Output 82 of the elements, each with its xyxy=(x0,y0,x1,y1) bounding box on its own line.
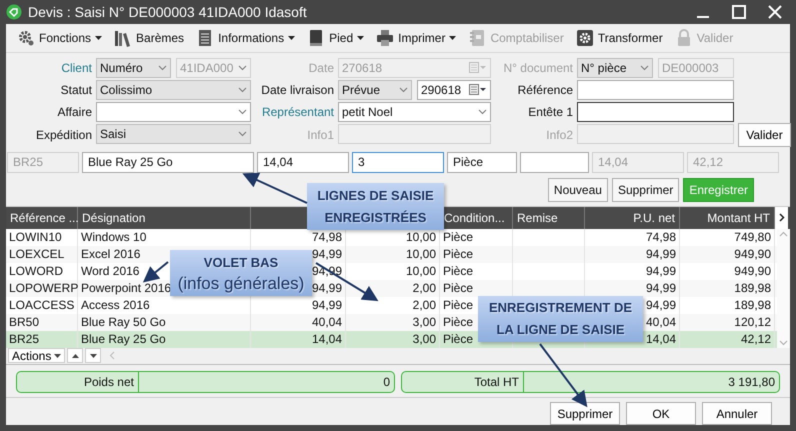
arrow xyxy=(539,343,588,408)
toolbar-button[interactable]: Informations xyxy=(191,26,300,50)
validate-button[interactable]: Valider xyxy=(738,122,791,147)
entry-field[interactable]: 14,04 xyxy=(257,152,349,173)
caret-icon xyxy=(449,36,456,40)
total-label: Total HT xyxy=(402,372,524,392)
caret-icon xyxy=(95,36,102,40)
arrow xyxy=(142,261,169,283)
gear-icon xyxy=(17,28,35,47)
ledger-icon xyxy=(468,28,486,47)
entry-field[interactable]: Blue Ray 25 Go xyxy=(82,152,254,173)
toolbar-button[interactable]: Imprimer xyxy=(371,26,462,50)
dialog-button[interactable]: Annuler xyxy=(702,402,772,425)
caret-icon xyxy=(357,36,364,40)
total-value: 0 xyxy=(382,374,391,391)
field-label: Info1 xyxy=(307,128,334,142)
field-label: N° document xyxy=(504,60,573,75)
window-title: Devis : Saisi N° DE000003 41IDA000 Idasoft xyxy=(28,4,308,20)
field-label: Entête 1 xyxy=(528,104,573,119)
gear-icon xyxy=(576,28,594,47)
field-label: Statut xyxy=(60,82,92,97)
arrow xyxy=(242,172,308,204)
calendar-icon xyxy=(469,84,487,96)
dropdown-field[interactable] xyxy=(96,102,251,122)
entry-field[interactable]: 3 xyxy=(352,152,444,173)
dialog-button[interactable]: OK xyxy=(626,402,696,425)
dropdown-field[interactable]: Prévue xyxy=(338,80,412,100)
entry-field[interactable] xyxy=(520,152,589,173)
total-label: Poids net xyxy=(17,372,139,392)
chevron-down-icon xyxy=(238,64,247,71)
printer-icon xyxy=(376,28,394,47)
chevron-down-icon xyxy=(478,108,487,115)
chevron-down-icon xyxy=(640,64,649,71)
field-label: Référence xyxy=(518,82,573,97)
dropdown-field[interactable]: Colissimo xyxy=(96,80,251,100)
entry-field[interactable]: Pièce xyxy=(447,152,517,173)
move-down-button[interactable] xyxy=(85,348,102,364)
field-label: Expédition xyxy=(36,128,92,142)
line-action-button[interactable]: Supprimer xyxy=(612,178,680,202)
line-action-button[interactable]: Nouveau xyxy=(548,178,608,202)
toolbar-button[interactable]: Fonctions xyxy=(12,26,108,50)
chevron-down-icon xyxy=(238,108,247,115)
triangle-down-icon xyxy=(90,354,97,358)
scroll-right-button[interactable] xyxy=(775,206,788,229)
triangle-up-icon xyxy=(72,354,79,358)
field-label: Date xyxy=(308,60,334,75)
dropdown-field[interactable]: Saisi xyxy=(96,124,251,144)
text-field[interactable] xyxy=(577,80,734,100)
move-up-button[interactable] xyxy=(67,348,84,364)
callout-text: LIGNES DE SAISIE xyxy=(317,186,434,204)
calendar-icon xyxy=(469,62,487,74)
field-label: Affaire xyxy=(58,104,92,119)
text-field[interactable] xyxy=(577,102,734,122)
chevron-down-icon xyxy=(238,130,247,137)
maximize-icon xyxy=(732,5,746,19)
field-label: Représentant xyxy=(262,104,334,119)
field-label: Date livraison xyxy=(261,82,334,97)
books-icon xyxy=(114,28,132,47)
minimize-icon xyxy=(697,16,709,18)
toolbar-button[interactable]: Barèmes xyxy=(109,26,190,50)
close-icon xyxy=(768,5,782,19)
chevron-right-icon xyxy=(778,213,784,222)
app-logo-icon xyxy=(6,4,22,20)
field-label: Info2 xyxy=(546,128,573,142)
scroll-up-icon[interactable] xyxy=(779,230,788,237)
callout-text: ENREGISTRÉES xyxy=(324,208,426,226)
total-value: 3 191,80 xyxy=(727,374,776,391)
scroll-left-icon[interactable] xyxy=(109,351,116,360)
date-field[interactable]: 290618 xyxy=(417,80,491,100)
actions-button[interactable]: Actions xyxy=(8,348,66,364)
chevron-down-icon xyxy=(158,64,167,71)
scroll-down-icon[interactable] xyxy=(779,340,788,346)
caret-icon xyxy=(54,354,62,358)
dropdown-field[interactable]: Numéro xyxy=(96,58,171,78)
dialog-button[interactable]: Supprimer xyxy=(550,402,620,425)
toolbar-button[interactable]: Pied xyxy=(302,26,370,50)
chevron-down-icon xyxy=(399,86,408,93)
chevron-down-icon xyxy=(238,86,247,93)
toolbar-button[interactable]: Transformer xyxy=(570,26,668,50)
field-label: Client xyxy=(61,60,92,75)
dropdown-field[interactable]: petit Noel xyxy=(338,102,491,122)
caret-icon xyxy=(288,36,296,40)
